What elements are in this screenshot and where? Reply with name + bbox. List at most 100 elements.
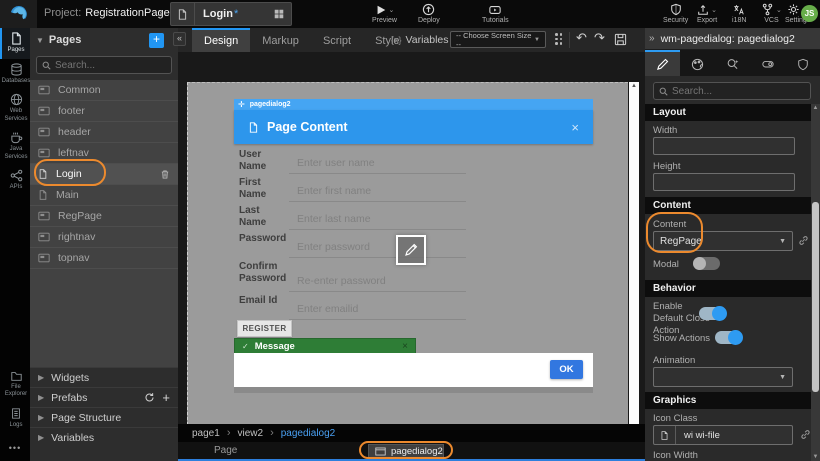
register-button[interactable]: REGISTER bbox=[237, 320, 292, 337]
tab-security[interactable] bbox=[785, 50, 820, 76]
i18n-button[interactable]: i18N bbox=[732, 3, 746, 24]
ok-button[interactable]: OK bbox=[550, 360, 583, 379]
firstname-input[interactable]: Enter first name bbox=[289, 174, 466, 202]
refresh-icon[interactable] bbox=[144, 392, 155, 403]
search-star-icon bbox=[726, 58, 740, 71]
height-input[interactable] bbox=[653, 173, 795, 191]
coffee-icon bbox=[10, 131, 23, 144]
page-item-common[interactable]: Common bbox=[30, 80, 178, 101]
page-item-header[interactable]: header bbox=[30, 122, 178, 143]
undo-button[interactable]: ↶ bbox=[576, 30, 587, 46]
show-actions-toggle[interactable] bbox=[715, 331, 742, 344]
username-input[interactable]: Enter user name bbox=[289, 146, 466, 174]
collapse-panel-button[interactable]: « bbox=[173, 32, 186, 46]
modal-toggle[interactable] bbox=[693, 257, 720, 270]
lastname-input[interactable]: Enter last name bbox=[289, 202, 466, 230]
sidebar-item-pages[interactable]: Pages bbox=[0, 28, 30, 59]
pages-search-box[interactable] bbox=[36, 56, 172, 74]
user-avatar[interactable]: JS bbox=[801, 5, 818, 22]
screen-size-select[interactable]: -- Choose Screen Size --▼ bbox=[450, 31, 546, 48]
close-action-toggle[interactable] bbox=[699, 307, 726, 320]
page-item-rightnav[interactable]: rightnav bbox=[30, 227, 178, 248]
section-widgets[interactable]: ▶Widgets bbox=[30, 367, 178, 387]
password-input[interactable]: Enter password bbox=[289, 230, 466, 258]
tab-styles[interactable] bbox=[680, 50, 715, 76]
sidebar-item-apis[interactable]: APIs bbox=[0, 165, 30, 196]
deploy-button[interactable]: Deploy bbox=[418, 3, 440, 24]
canvas-more-options-icon[interactable] bbox=[555, 33, 562, 45]
page-item-login-selected[interactable]: Login bbox=[30, 164, 178, 185]
pages-search-input[interactable] bbox=[55, 60, 155, 71]
export-button[interactable]: ⌄ Export bbox=[697, 3, 717, 24]
page-tab-label: Login bbox=[203, 8, 233, 20]
tab-properties[interactable] bbox=[645, 50, 680, 76]
page-item-leftnav[interactable]: leftnav bbox=[30, 143, 178, 164]
add-page-button[interactable]: + bbox=[149, 33, 164, 48]
more-options-icon[interactable]: ••• bbox=[0, 443, 30, 453]
tab-devices[interactable] bbox=[750, 50, 785, 76]
breadcrumb-item-active[interactable]: pagedialog2 bbox=[281, 428, 336, 439]
tab-script[interactable]: Script bbox=[311, 28, 363, 52]
collapse-triangle-icon[interactable]: ▼ bbox=[36, 36, 44, 45]
bind-property-icon[interactable] bbox=[798, 235, 809, 246]
scrollbar-thumb[interactable] bbox=[812, 202, 819, 392]
page-item-topnav[interactable]: topnav bbox=[30, 248, 178, 269]
scroll-up-icon[interactable]: ▲ bbox=[631, 83, 637, 89]
breadcrumb-item[interactable]: view2 bbox=[237, 428, 263, 439]
props-title: wm-pagedialog: pagedialog2 bbox=[661, 33, 795, 45]
scroll-down-icon[interactable]: ▼ bbox=[813, 453, 819, 461]
page-item-footer[interactable]: footer bbox=[30, 101, 178, 122]
email-input[interactable]: Enter emailid bbox=[289, 292, 466, 320]
icon-width-label: Icon Width bbox=[653, 450, 698, 461]
sidebar-item-java-services[interactable]: Java Services bbox=[0, 127, 30, 165]
props-search-input[interactable] bbox=[672, 86, 782, 97]
scroll-up-icon[interactable]: ▲ bbox=[813, 104, 819, 112]
breadcrumb-item[interactable]: page1 bbox=[192, 428, 220, 439]
icon-class-input[interactable]: wi wi-file bbox=[653, 425, 793, 445]
breadcrumb-separator-icon: › bbox=[227, 427, 231, 439]
delete-page-icon[interactable] bbox=[160, 169, 170, 180]
page-item-main[interactable]: Main bbox=[30, 185, 178, 206]
sidebar-item-databases[interactable]: Databases bbox=[0, 59, 30, 90]
pagedialog2-tab[interactable]: pagedialog2 bbox=[368, 444, 444, 458]
section-page-structure[interactable]: ▶Page Structure bbox=[30, 407, 178, 427]
canvas-scrollbar[interactable]: ▲▼ bbox=[629, 82, 639, 448]
design-artboard[interactable]: ✛pagedialog2 Page Content × User NameEnt… bbox=[187, 82, 628, 435]
message-close-icon[interactable]: × bbox=[402, 341, 408, 352]
expand-panel-icon[interactable]: » bbox=[649, 33, 655, 44]
width-input[interactable] bbox=[653, 137, 795, 155]
bind-property-icon[interactable] bbox=[800, 429, 811, 440]
tab-design[interactable]: Design bbox=[192, 28, 250, 52]
section-variables[interactable]: ▶Variables bbox=[30, 427, 178, 447]
redo-button[interactable]: ↷ bbox=[594, 30, 605, 46]
edit-overlay-button[interactable] bbox=[396, 235, 426, 265]
dialog-header[interactable]: Page Content × bbox=[234, 110, 593, 144]
wavemaker-logo[interactable] bbox=[0, 0, 37, 28]
grid-icon[interactable] bbox=[273, 8, 285, 20]
sidebar-item-logs[interactable]: Logs bbox=[0, 403, 30, 434]
widget-selection-bar[interactable]: ✛pagedialog2 bbox=[234, 99, 593, 110]
sidebar-item-web-services[interactable]: Web Services bbox=[0, 89, 30, 127]
tab-markup[interactable]: Markup bbox=[250, 28, 311, 52]
preview-button[interactable]: ⌄ Preview bbox=[372, 3, 397, 24]
page-item-regpage[interactable]: RegPage bbox=[30, 206, 178, 227]
content-select[interactable]: RegPage▼ bbox=[653, 231, 793, 251]
dialog-close-icon[interactable]: × bbox=[571, 120, 579, 135]
vcs-button[interactable]: ⌄ VCS bbox=[761, 3, 782, 24]
add-prefab-icon[interactable]: + bbox=[162, 390, 170, 405]
dialog-file-icon bbox=[248, 121, 259, 134]
security-button[interactable]: Security bbox=[663, 3, 688, 24]
section-behavior: Behavior bbox=[645, 280, 811, 297]
tab-events[interactable] bbox=[715, 50, 750, 76]
section-prefabs[interactable]: ▶Prefabs + bbox=[30, 387, 178, 407]
pages-list: Common footer header leftnav Login Main … bbox=[30, 80, 178, 367]
variables-menu[interactable]: {x}Variables⌄ bbox=[391, 28, 458, 52]
sidebar-item-file-explorer[interactable]: File Explorer bbox=[0, 366, 30, 403]
save-button[interactable] bbox=[614, 33, 627, 46]
props-search-box[interactable] bbox=[653, 82, 811, 100]
confirm-password-input[interactable]: Re-enter password bbox=[289, 258, 466, 292]
props-scrollbar[interactable]: ▲ ▼ bbox=[811, 104, 820, 461]
animation-select[interactable]: ▼ bbox=[653, 367, 793, 387]
tutorials-button[interactable]: Tutorials bbox=[482, 3, 509, 24]
open-page-tab[interactable]: Login* bbox=[170, 2, 292, 26]
